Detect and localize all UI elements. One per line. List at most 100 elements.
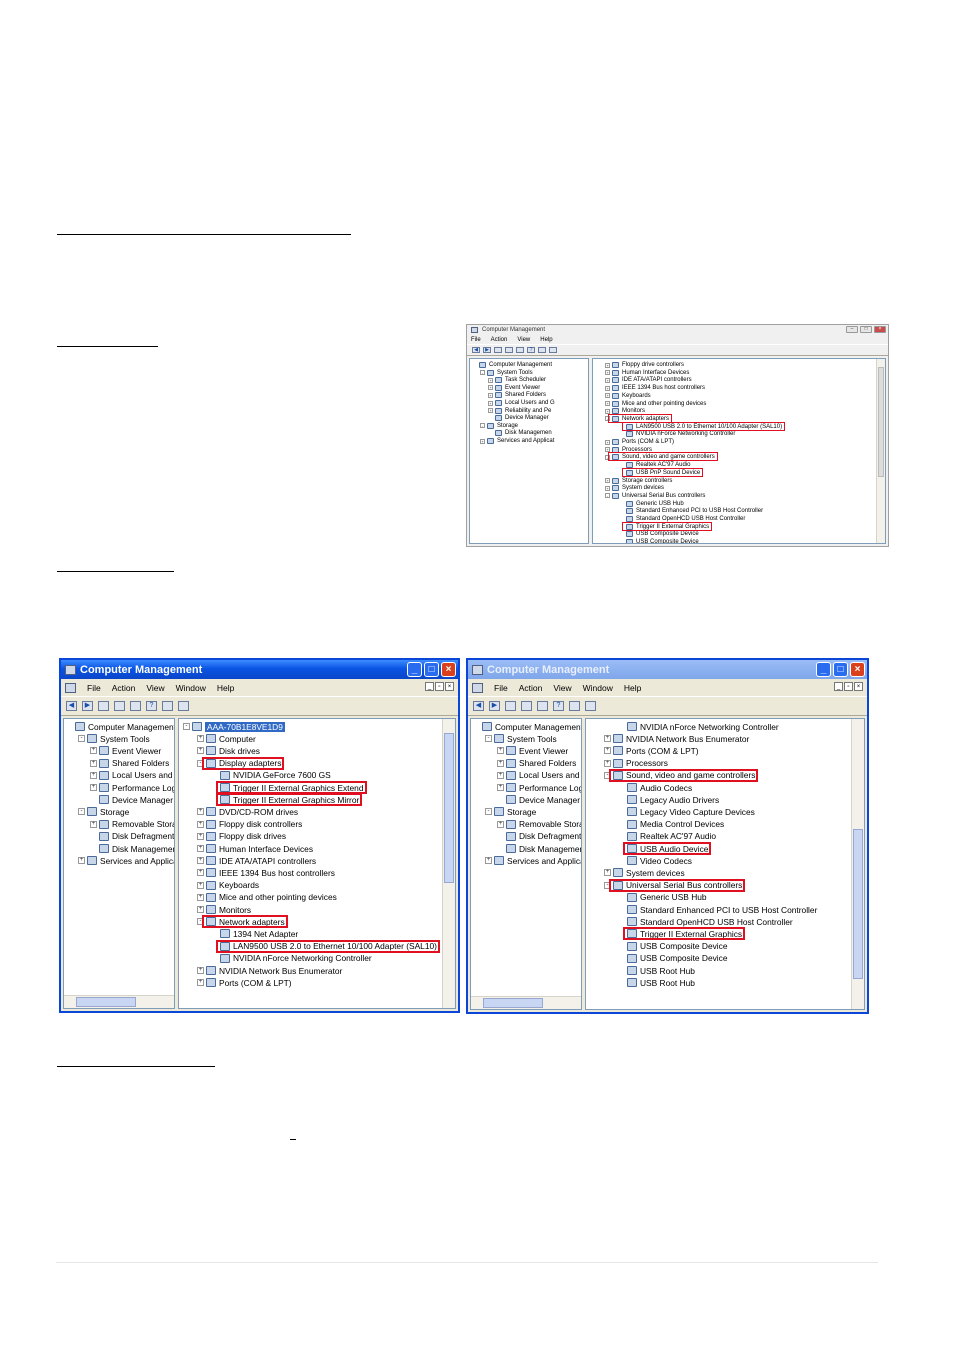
tree-item-disk-management[interactable]: Disk Management	[90, 843, 174, 854]
tree-item-usb-composite-device[interactable]: USB Composite Device	[618, 953, 728, 964]
tree-item-nvidia-network-bus-enumerator[interactable]: + NVIDIA Network Bus Enumerator	[604, 733, 749, 744]
mdi-minimize-icon[interactable]: _	[834, 682, 843, 691]
vertical-scrollbar[interactable]	[876, 359, 885, 543]
tree-item-shared-folders[interactable]: + Shared Folders	[90, 758, 169, 769]
tree-item-floppy-disk-controllers[interactable]: + Floppy disk controllers	[197, 819, 302, 830]
tree-item-1394-net-adapter[interactable]: 1394 Net Adapter	[211, 928, 298, 939]
tree-item-floppy-disk-drives[interactable]: + Floppy disk drives	[197, 831, 286, 842]
close-button[interactable]: ×	[850, 662, 865, 677]
expand-icon[interactable]: +	[197, 747, 204, 755]
expand-icon[interactable]: +	[197, 808, 204, 816]
help-icon[interactable]: ?	[553, 701, 564, 711]
tree-item-generic-usb-hub[interactable]: Generic USB Hub	[618, 892, 707, 903]
mdi-close-icon[interactable]: ×	[854, 682, 863, 691]
tree-item-ports-com-lpt[interactable]: + Ports (COM & LPT)	[197, 977, 292, 988]
expand-icon[interactable]: +	[497, 747, 504, 755]
tree-item-local-users-and-g[interactable]: + Local Users and G	[497, 770, 581, 781]
collapse-icon[interactable]: -	[78, 808, 85, 816]
help-icon[interactable]: ?	[527, 347, 535, 353]
expand-icon[interactable]: +	[497, 784, 504, 791]
expand-icon[interactable]: +	[497, 771, 504, 779]
print-icon[interactable]	[130, 701, 141, 711]
back-arrow-icon[interactable]: ◀	[473, 701, 484, 711]
menu-window[interactable]: Window	[583, 683, 613, 693]
tree-item-usb-root-hub[interactable]: USB Root Hub	[618, 965, 695, 976]
app-menu-icon[interactable]	[472, 682, 483, 693]
menu-action[interactable]: Action	[519, 683, 543, 693]
expand-icon[interactable]: +	[90, 784, 97, 791]
scan-hardware-icon[interactable]	[178, 701, 189, 711]
tree-item-services-and-applicat[interactable]: + Services and Applicat	[485, 855, 581, 866]
expand-icon[interactable]: +	[605, 485, 610, 491]
menu-help[interactable]: Help	[540, 337, 552, 343]
tree-item-nvidia-nforce-networking-controller[interactable]: NVIDIA nForce Networking Controller	[211, 953, 372, 964]
tree-item-video-codecs[interactable]: Video Codecs	[618, 855, 692, 866]
expand-icon[interactable]: +	[605, 478, 610, 483]
expand-icon[interactable]: +	[90, 820, 97, 828]
tree-item-nvidia-network-bus-enumerator[interactable]: + NVIDIA Network Bus Enumerator	[197, 965, 342, 976]
tree-item-computer[interactable]: + Computer	[197, 733, 256, 744]
menu-action[interactable]: Action	[491, 337, 508, 343]
view-icon[interactable]	[538, 347, 546, 353]
expand-icon[interactable]: +	[488, 377, 493, 383]
scan-hardware-icon[interactable]	[549, 347, 557, 353]
back-arrow-icon[interactable]: ◀	[472, 347, 480, 353]
menu-view[interactable]: View	[517, 337, 530, 343]
tree-item-performance-logs[interactable]: + Performance Logs	[90, 782, 174, 793]
tree-item-disk-defragmente[interactable]: Disk Defragmente	[497, 831, 581, 842]
app-menu-icon[interactable]	[65, 682, 76, 693]
collapse-icon[interactable]: -	[183, 723, 190, 730]
tree-item-legacy-audio-drivers[interactable]: Legacy Audio Drivers	[618, 794, 719, 805]
minimize-button[interactable]: –	[846, 326, 858, 333]
tree-item-usb-root-hub[interactable]: USB Root Hub	[618, 977, 695, 988]
mdi-minimize-icon[interactable]: _	[425, 682, 434, 691]
tree-item-disk-drives[interactable]: + Disk drives	[197, 745, 260, 756]
collapse-icon[interactable]: -	[480, 370, 485, 376]
tree-item-event-viewer[interactable]: + Event Viewer	[497, 745, 568, 756]
expand-icon[interactable]: +	[197, 845, 204, 852]
expand-icon[interactable]: +	[197, 881, 204, 889]
mdi-restore-icon[interactable]: ▫	[435, 682, 444, 691]
tree-item-storage[interactable]: - Storage	[485, 806, 536, 817]
expand-icon[interactable]: +	[197, 893, 204, 901]
tree-item-usb-composite-device[interactable]: USB Composite Device	[619, 538, 699, 543]
tree-item-system-tools[interactable]: - System Tools	[78, 733, 150, 744]
tree-item-human-interface-devices[interactable]: + Human Interface Devices	[197, 843, 313, 854]
expand-icon[interactable]: +	[605, 401, 610, 406]
menu-file[interactable]: File	[494, 683, 508, 693]
expand-icon[interactable]: +	[488, 408, 493, 414]
expand-icon[interactable]: +	[605, 362, 610, 368]
vertical-scrollbar[interactable]	[851, 719, 864, 1009]
expand-icon[interactable]: +	[78, 857, 85, 865]
menu-file[interactable]: File	[471, 337, 481, 343]
collapse-icon[interactable]: -	[485, 735, 492, 743]
tree-item-audio-codecs[interactable]: Audio Codecs	[618, 782, 692, 793]
tree-item-storage[interactable]: - Storage	[78, 806, 129, 817]
up-folder-icon[interactable]	[98, 701, 109, 711]
expand-icon[interactable]: +	[488, 385, 493, 391]
expand-icon[interactable]: +	[480, 438, 485, 444]
menu-help[interactable]: Help	[217, 683, 234, 693]
tree-item-local-users-and-g[interactable]: + Local Users and G	[90, 770, 174, 781]
tree-item-ieee-1394-bus-host-controllers[interactable]: + IEEE 1394 Bus host controllers	[197, 867, 335, 878]
menu-help[interactable]: Help	[624, 683, 641, 693]
properties-icon[interactable]	[162, 701, 173, 711]
expand-icon[interactable]: +	[197, 832, 204, 840]
expand-icon[interactable]: +	[197, 906, 204, 913]
tree-item-disk-defragmente[interactable]: Disk Defragmente	[90, 831, 174, 842]
expand-icon[interactable]: +	[488, 400, 493, 406]
back-arrow-icon[interactable]: ◀	[66, 701, 77, 711]
horizontal-scrollbar[interactable]	[64, 995, 174, 1008]
forward-arrow-icon[interactable]: ▶	[82, 701, 93, 711]
tree-item-realtek-ac-97-audio[interactable]: Realtek AC'97 Audio	[618, 831, 716, 842]
tree-item-system-devices[interactable]: + System devices	[604, 867, 685, 878]
tree-item-dvd-cd-rom-drives[interactable]: + DVD/CD-ROM drives	[197, 806, 298, 817]
maximize-button[interactable]: □	[424, 662, 439, 677]
expand-icon[interactable]: +	[197, 869, 204, 877]
tree-item-aaa-70b1e8ve1d9[interactable]: - AAA-70B1E8VE1D9	[183, 721, 285, 732]
expand-icon[interactable]: +	[604, 735, 611, 743]
tree-item-processors[interactable]: + Processors	[604, 758, 668, 769]
minimize-button[interactable]: _	[816, 662, 831, 677]
tree-item-mice-and-other-pointing-devices[interactable]: + Mice and other pointing devices	[197, 892, 337, 903]
expand-icon[interactable]: +	[605, 393, 610, 399]
